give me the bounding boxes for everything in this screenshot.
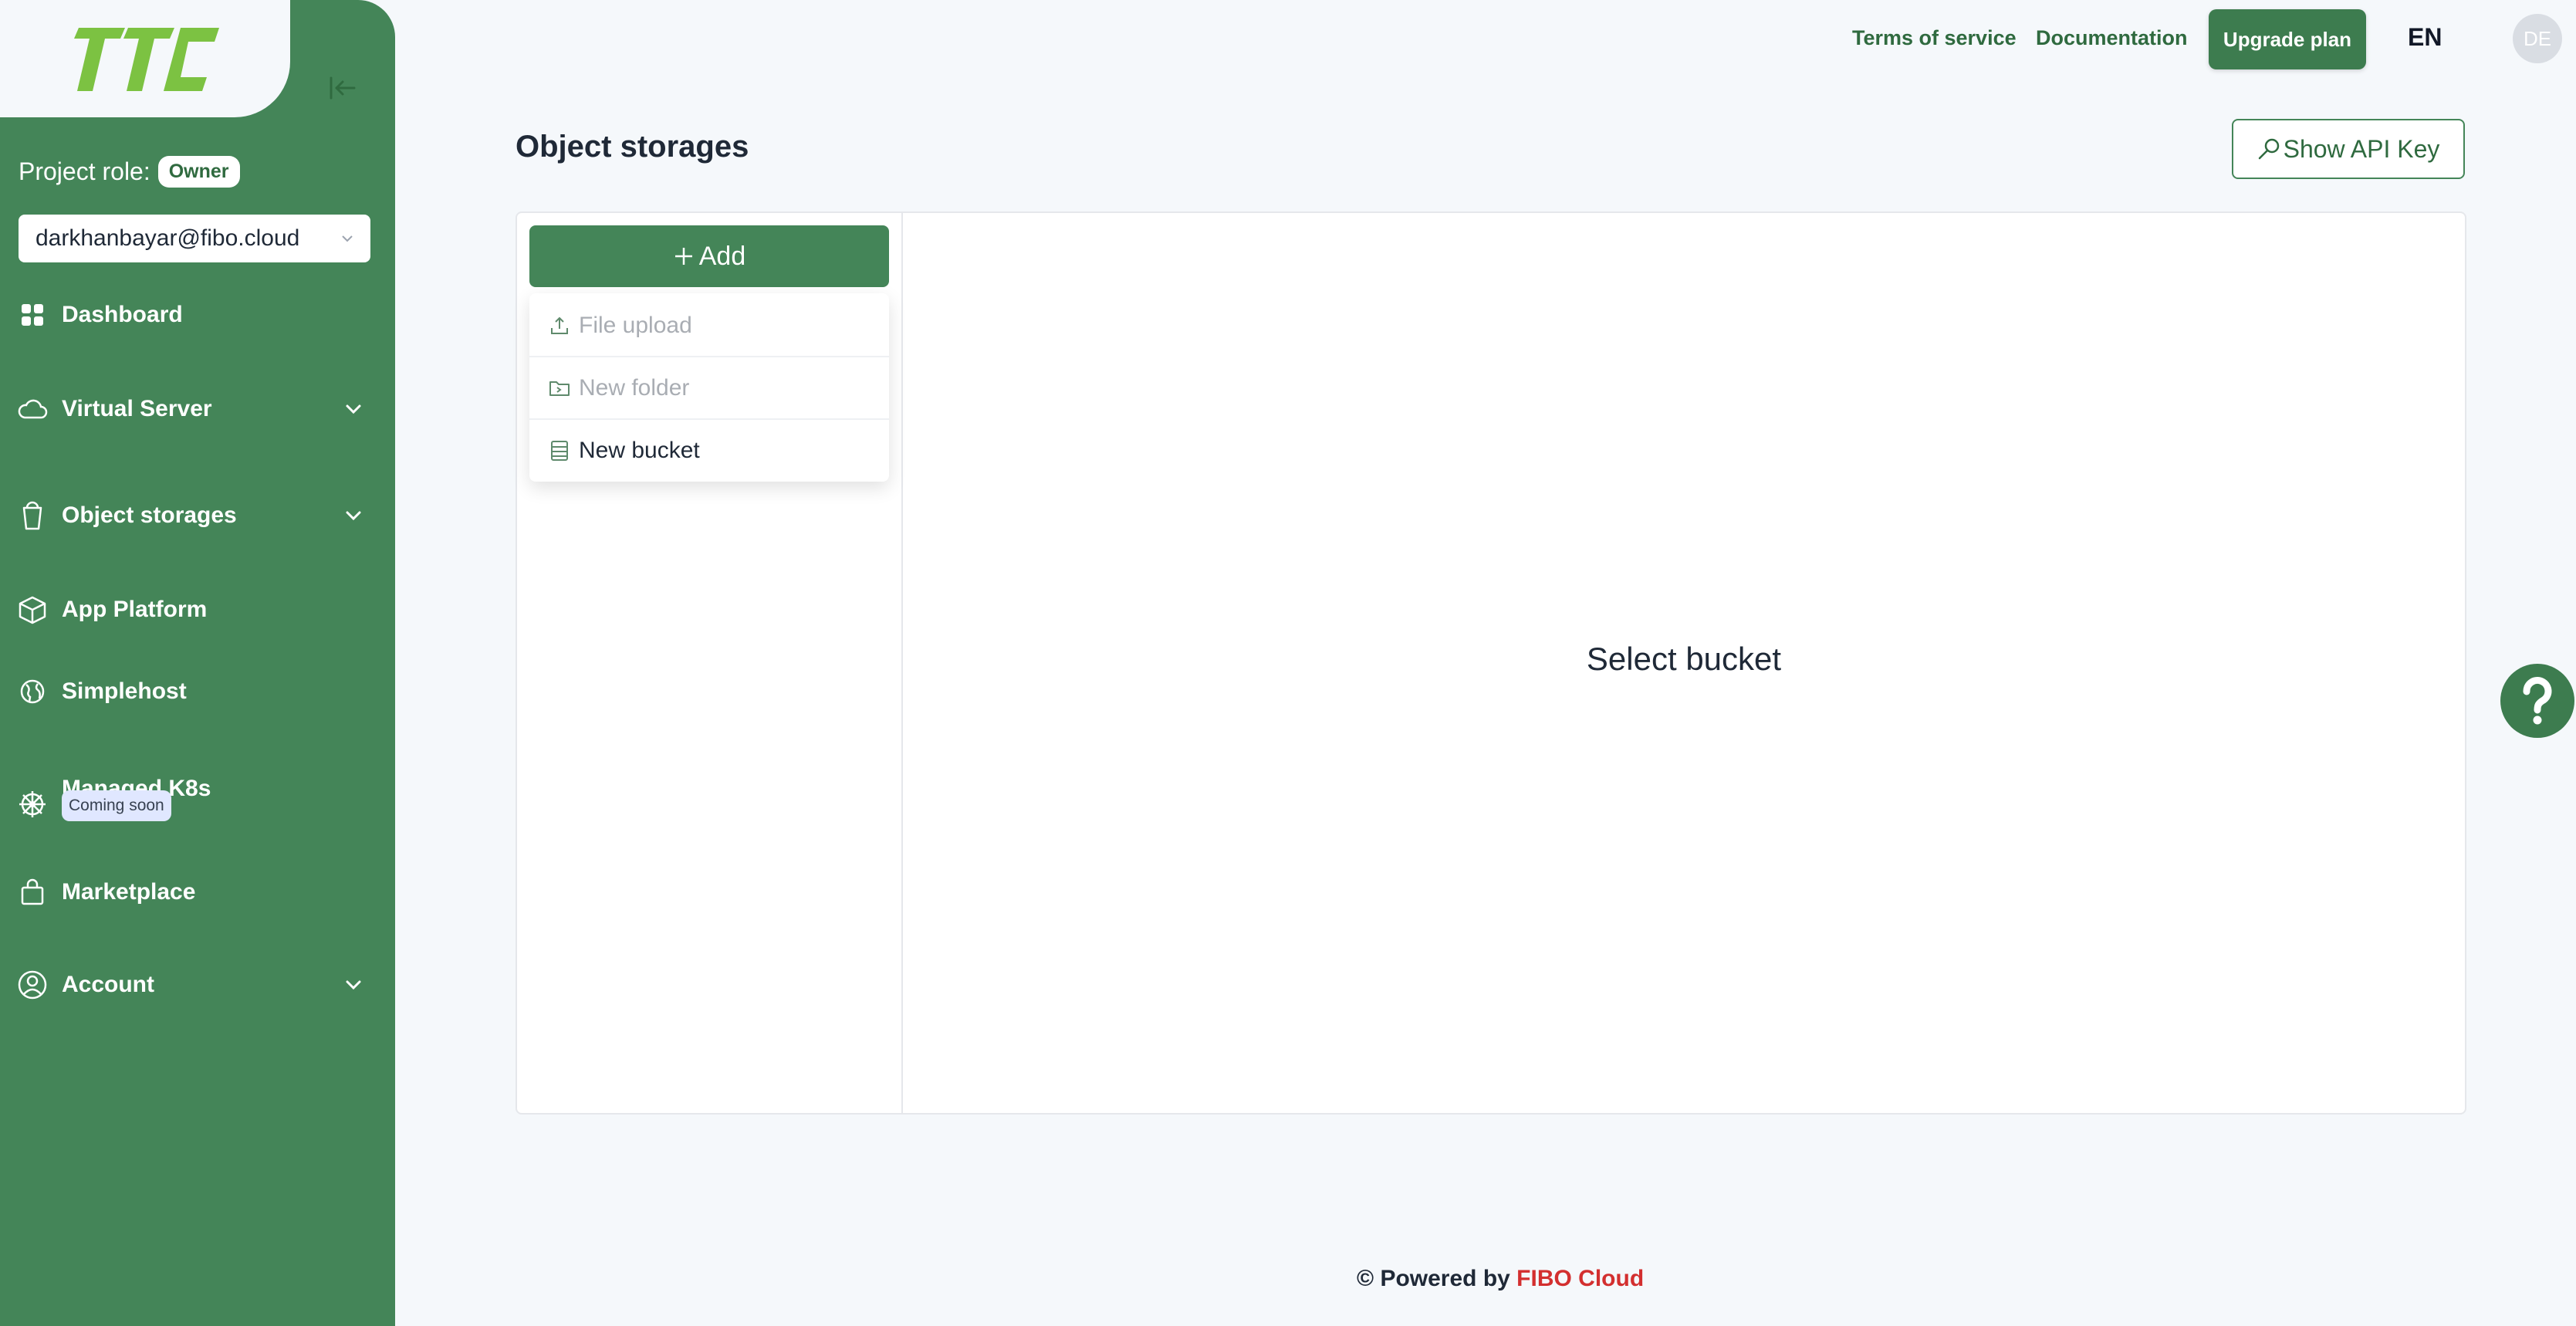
bucket-icon <box>17 500 48 531</box>
chevron-down-icon[interactable] <box>340 502 367 529</box>
project-role: Project role: Owner <box>19 156 240 188</box>
help-button[interactable] <box>2500 664 2574 738</box>
user-email: darkhanbayar@fibo.cloud <box>35 225 300 251</box>
cloud-icon <box>17 394 48 425</box>
chevron-down-icon <box>342 235 353 242</box>
project-role-label: Project role: <box>19 157 150 185</box>
collapse-sidebar-button[interactable] <box>318 69 367 107</box>
cube-icon <box>17 594 48 625</box>
footer: © Powered by FIBO Cloud <box>1357 1266 1644 1292</box>
helm-icon <box>17 789 48 820</box>
menu-item-label: New folder <box>579 375 690 401</box>
sidebar-item-object-storages[interactable]: Object storages <box>17 500 237 531</box>
show-api-key-button[interactable]: Show API Key <box>2232 119 2465 179</box>
sidebar-item-account[interactable]: Account <box>17 969 154 1000</box>
avatar[interactable]: DE <box>2513 14 2562 63</box>
upgrade-plan-button[interactable]: Upgrade plan <box>2209 9 2366 69</box>
plus-icon <box>674 248 692 265</box>
menu-item-new-bucket[interactable]: New bucket <box>529 420 889 482</box>
footer-brand-link[interactable]: FIBO Cloud <box>1516 1266 1644 1291</box>
sidebar-item-label: Marketplace <box>62 879 196 905</box>
sidebar-item-dashboard[interactable]: Dashboard <box>17 299 183 330</box>
menu-item-label: New bucket <box>579 438 700 463</box>
sidebar-item-label: Dashboard <box>62 302 183 327</box>
language-selector[interactable]: EN <box>2408 23 2442 52</box>
question-mark-icon <box>2523 677 2552 725</box>
collapse-left-icon <box>330 76 356 100</box>
sidebar-item-marketplace[interactable]: Marketplace <box>17 877 195 908</box>
sidebar-item-simplehost[interactable]: Simplehost <box>17 676 187 707</box>
menu-item-new-folder[interactable]: New folder <box>529 357 889 419</box>
sidebar-item-label: Account <box>62 972 154 997</box>
upload-icon <box>548 314 571 337</box>
api-button-label: Show API Key <box>2283 134 2440 163</box>
logo-area <box>0 0 290 117</box>
chevron-down-icon[interactable] <box>340 971 367 999</box>
key-search-icon <box>2258 138 2279 160</box>
company-logo[interactable] <box>65 28 219 91</box>
sidebar-item-label: App Platform <box>62 597 208 622</box>
folder-plus-icon <box>548 377 571 400</box>
chevron-down-icon[interactable] <box>340 395 367 423</box>
sidebar <box>0 0 395 1326</box>
role-badge: Owner <box>157 156 240 188</box>
bucket-list-icon <box>548 439 571 462</box>
user-select[interactable]: darkhanbayar@fibo.cloud <box>19 215 370 262</box>
sidebar-item-app-platform[interactable]: App Platform <box>17 594 207 625</box>
footer-prefix: © Powered by <box>1357 1266 1510 1291</box>
sidebar-item-virtual-server[interactable]: Virtual Server <box>17 394 212 425</box>
globe-icon <box>17 676 48 707</box>
add-button-label: Add <box>698 241 746 271</box>
sidebar-item-label: Object storages <box>62 502 237 528</box>
empty-state-message: Select bucket <box>1586 641 1782 677</box>
documentation-link[interactable]: Documentation <box>2036 26 2188 50</box>
grid-icon <box>17 299 48 330</box>
menu-item-file-upload[interactable]: File upload <box>529 295 889 357</box>
add-button[interactable]: Add <box>529 225 889 287</box>
add-dropdown-menu: File upload New folder New bucket <box>529 293 889 482</box>
menu-item-label: File upload <box>579 313 692 338</box>
sidebar-item-label: Virtual Server <box>62 396 212 421</box>
bag-icon <box>17 877 48 908</box>
user-circle-icon <box>17 969 48 1000</box>
sidebar-item-label: Simplehost <box>62 678 187 704</box>
terms-link[interactable]: Terms of service <box>1852 26 2017 50</box>
coming-soon-badge: Coming soon <box>62 790 171 821</box>
page-title: Object storages <box>516 130 749 164</box>
